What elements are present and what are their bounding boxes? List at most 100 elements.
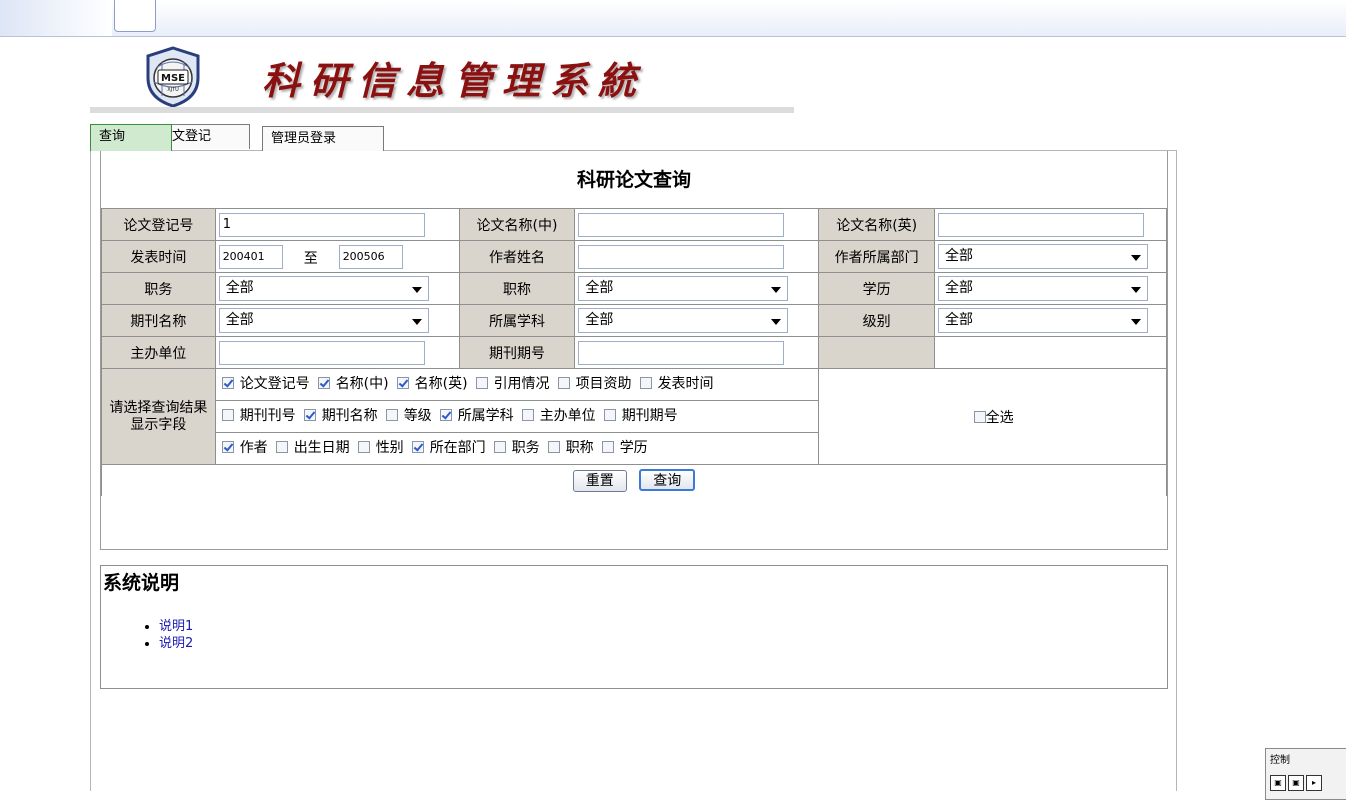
host-input[interactable] [218, 340, 425, 365]
edu-select[interactable]: 全部 [938, 276, 1149, 301]
subject-select[interactable]: 全部 [578, 308, 789, 333]
field-checkbox[interactable]: 发表时间 [638, 376, 714, 392]
field-checkbox[interactable]: 期刊名称 [302, 408, 378, 424]
control-button-icon[interactable]: ▣ [1270, 775, 1286, 791]
dept-select[interactable]: 全部 [938, 244, 1149, 269]
field-checkbox[interactable]: 性别 [356, 440, 404, 456]
tab-admin-login[interactable]: 管理员登录 [262, 126, 384, 151]
reg-no-input[interactable] [218, 212, 425, 237]
control-button-icon[interactable]: ▣ [1288, 775, 1304, 791]
checkbox-box[interactable] [385, 409, 398, 421]
checkbox-box[interactable] [493, 441, 506, 453]
checkbox-box[interactable] [475, 377, 488, 389]
field-checkbox[interactable]: 所属学科 [438, 408, 514, 424]
duty-select-value: 全部 [225, 280, 254, 296]
checkbox-box[interactable] [639, 377, 652, 389]
empty-value-cell [934, 336, 1167, 369]
field-checkbox[interactable]: 职务 [492, 440, 540, 456]
checkbox-label: 引用情况 [493, 376, 550, 392]
fields-checkboxes: 论文登记号 名称(中) 名称(英) 引用情况 项目资助 发表时间 期刊刊号 期刊名称 等级 所属… [214, 368, 820, 465]
checkbox-label: 期刊期号 [621, 408, 678, 424]
issue-input[interactable] [578, 340, 785, 365]
browser-tab-stub[interactable] [114, 0, 156, 32]
checkbox-box[interactable] [557, 377, 570, 389]
title-select-value: 全部 [585, 280, 614, 296]
checkbox-box[interactable] [221, 409, 234, 421]
query-form: 科研论文查询 论文登记号 论文名称(中) 论文名称(英) 发表时间 至 作 [100, 151, 1168, 550]
field-checkbox[interactable]: 名称(中) [316, 376, 389, 392]
checkbox-box[interactable] [221, 377, 234, 389]
title-select[interactable]: 全部 [578, 276, 789, 301]
field-checkbox[interactable]: 项目资助 [556, 376, 632, 392]
pub-time-label: 发表时间 [101, 240, 216, 273]
reset-button[interactable]: 重置 [572, 470, 627, 492]
reg-no-label: 论文登记号 [101, 208, 216, 241]
name-en-input[interactable] [938, 212, 1145, 237]
field-checkbox[interactable]: 作者 [220, 440, 268, 456]
checkbox-box[interactable] [221, 441, 234, 453]
fields-line-2: 期刊刊号 期刊名称 等级 所属学科 主办单位 期刊期号 [215, 401, 819, 433]
select-all-checkbox[interactable]: 全选 [972, 407, 1014, 427]
field-checkbox[interactable]: 所在部门 [410, 440, 486, 456]
pub-from-input[interactable] [218, 244, 283, 269]
checkbox-label: 学历 [619, 440, 648, 456]
checkbox-box[interactable] [601, 441, 614, 453]
fields-line-3: 作者 出生日期 性别 所在部门 职务 职称 学历 [216, 433, 819, 464]
checkbox-box[interactable] [521, 409, 534, 421]
field-checkbox[interactable]: 出生日期 [274, 440, 350, 456]
dept-label: 作者所属部门 [818, 240, 936, 273]
host-label: 主办单位 [101, 336, 216, 369]
main-panel: 科研论文查询 论文登记号 论文名称(中) 论文名称(英) 发表时间 至 作 [90, 150, 1177, 791]
checkbox-box[interactable] [396, 377, 409, 389]
select-all-box[interactable] [973, 410, 986, 423]
field-checkbox[interactable]: 等级 [384, 408, 432, 424]
query-row-4: 期刊名称 全部 所属学科 全部 级别 全部 [101, 304, 1167, 337]
checkbox-box[interactable] [303, 409, 316, 421]
checkbox-box[interactable] [275, 441, 288, 453]
name-cn-label: 论文名称(中) [458, 208, 576, 241]
control-button-icon[interactable]: ▸ [1306, 775, 1322, 791]
tab-search[interactable]: 查询 [90, 124, 172, 151]
duty-select[interactable]: 全部 [218, 276, 429, 301]
field-checkbox[interactable]: 学历 [600, 440, 648, 456]
issue-label: 期刊期号 [458, 336, 576, 369]
checkbox-box[interactable] [317, 377, 330, 389]
author-input[interactable] [578, 244, 785, 269]
site-header: MSE XJTU 科研信息管理系統 [90, 44, 794, 116]
field-checkbox[interactable]: 名称(英) [395, 376, 468, 392]
checkbox-box[interactable] [411, 441, 424, 453]
checkbox-label: 论文登记号 [239, 376, 310, 392]
field-checkbox[interactable]: 论文登记号 [220, 376, 310, 392]
level-select[interactable]: 全部 [938, 308, 1149, 333]
search-button[interactable]: 查询 [639, 469, 696, 491]
info-title: 系统说明 [103, 572, 180, 594]
info-link-2[interactable]: 说明2 [159, 635, 193, 652]
edu-label: 学历 [818, 272, 936, 305]
checkbox-label: 性别 [375, 440, 404, 456]
info-list: 说明1 说明2 [139, 618, 193, 652]
checkbox-label: 发表时间 [657, 376, 714, 392]
field-checkbox[interactable]: 引用情况 [474, 376, 550, 392]
name-cn-input[interactable] [578, 212, 785, 237]
field-checkbox[interactable]: 期刊期号 [602, 408, 678, 424]
pub-to-input[interactable] [338, 244, 403, 269]
journal-select[interactable]: 全部 [218, 308, 429, 333]
field-checkbox[interactable]: 期刊刊号 [220, 408, 296, 424]
dept-select-value: 全部 [945, 248, 974, 264]
info-link-1[interactable]: 说明1 [159, 618, 193, 635]
control-buttons: ▣ ▣ ▸ [1270, 773, 1324, 791]
top-strip-gradient [0, 0, 112, 36]
chevron-down-icon [771, 287, 782, 293]
field-checkbox[interactable]: 主办单位 [520, 408, 596, 424]
checkbox-box[interactable] [603, 409, 616, 421]
edu-select-value: 全部 [945, 280, 974, 296]
fields-label: 请选择查询结果显示字段 [101, 368, 216, 465]
control-widget[interactable]: 控制 ▣ ▣ ▸ [1265, 748, 1346, 800]
chevron-down-icon [411, 287, 422, 293]
field-checkbox[interactable]: 职称 [546, 440, 594, 456]
checkbox-box[interactable] [439, 409, 452, 421]
checkbox-box[interactable] [357, 441, 370, 453]
query-row-1: 论文登记号 论文名称(中) 论文名称(英) [101, 208, 1167, 241]
checkbox-label: 名称(中) [335, 376, 389, 392]
checkbox-box[interactable] [547, 441, 560, 453]
